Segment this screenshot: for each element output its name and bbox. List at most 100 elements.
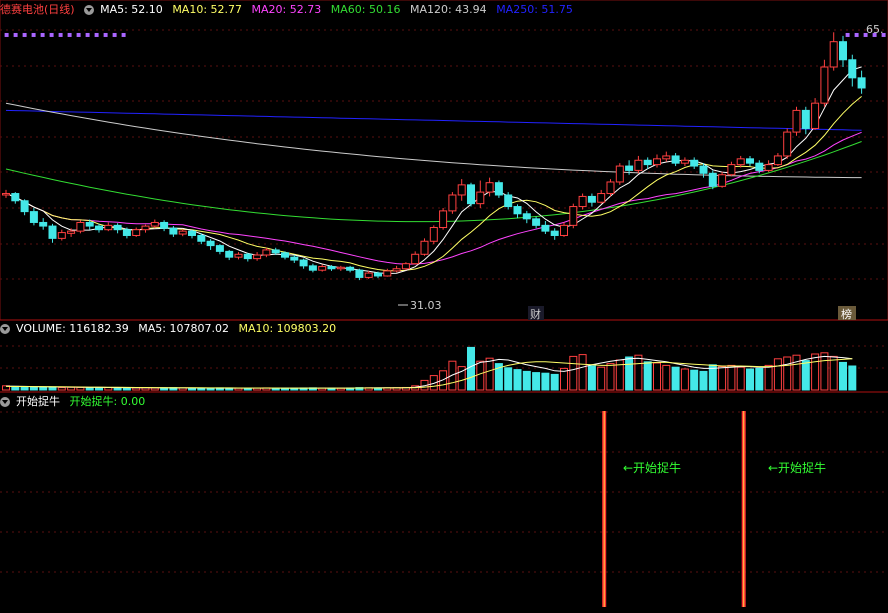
volume-bar (485, 357, 494, 391)
period-label: (日线) (44, 3, 75, 16)
candle-body (811, 102, 820, 129)
candle-body (243, 253, 252, 260)
signal-label-2: ←开始捉牛 (768, 460, 826, 475)
candle-body (829, 41, 838, 68)
candle-body (2, 193, 10, 196)
volume-bar (718, 366, 727, 391)
marker-dot: ▪ (49, 30, 54, 39)
volume-bar (95, 387, 103, 391)
candle-body (457, 184, 466, 196)
indicator-value: 开始捉牛: 0.00 (69, 395, 146, 408)
marker-dot: ▪ (121, 30, 126, 39)
price-header: 德赛电池(日线) MA5: 52.10 MA10: 52.77 MA20: 52… (0, 1, 579, 19)
candle-body (690, 159, 699, 167)
candle-body (85, 221, 94, 227)
candle-body (169, 227, 178, 235)
indicator-name: 开始捉牛 (16, 395, 60, 408)
marker-dot: ▪ (103, 30, 108, 39)
marker-dot: ▪ (76, 30, 81, 39)
volume-bar (522, 370, 531, 391)
volume-bar (67, 386, 76, 391)
candle-body (755, 162, 764, 171)
candle-body (857, 77, 866, 89)
candle-body (48, 225, 57, 239)
candle-body (727, 164, 736, 176)
dropdown-circle-icon[interactable] (84, 5, 95, 15)
candle-body (820, 66, 829, 104)
low-price-label: 31.03 (410, 299, 442, 312)
ma10-line (5, 96, 862, 272)
volume-bars (2, 346, 857, 391)
volume-bar (39, 386, 48, 391)
volume-bar (504, 367, 513, 391)
candle-body (429, 227, 438, 242)
candle-body (11, 193, 20, 202)
volume-bar (746, 368, 754, 391)
dropdown-circle-icon[interactable] (0, 324, 10, 334)
volume-bar (541, 372, 550, 391)
volume-bar (690, 369, 699, 391)
candle-body (485, 182, 494, 193)
candle-body (643, 159, 652, 166)
candle-body (281, 252, 289, 258)
candle-body (792, 109, 801, 133)
stock-chart[interactable]: ▪ ▪ ▪ ▪ ▪ ▪ ▪ ▪ ▪ ▪ ▪ ▪ ▪ ▪ ▪ ▪ ▪ ▪ ▪ 65. 31.03 财 榜 ←开始捉牛 … (0, 0, 888, 613)
volume-bar (820, 352, 829, 391)
marker-dot: ▪ (22, 30, 27, 39)
volume-bar (532, 372, 541, 391)
volume-bar (671, 366, 680, 391)
volume-bar (773, 358, 782, 391)
signal-label-1: ←开始捉牛 (623, 460, 681, 475)
ma10-label: MA10: 52.77 (172, 3, 243, 16)
ma250-line (5, 109, 862, 131)
candle-body (355, 269, 364, 278)
candle-body (783, 131, 792, 157)
candle-body (578, 195, 587, 208)
candle-body (364, 272, 373, 278)
volume-bar (727, 364, 736, 391)
marker-dot: ▪ (58, 30, 63, 39)
volume-bar (811, 353, 820, 391)
price-panel-border (0, 0, 888, 321)
candle-body (188, 230, 196, 236)
candle-body (541, 224, 550, 232)
marker-bang: 榜 (841, 307, 852, 321)
price-candles: ▪ ▪ ▪ ▪ ▪ ▪ ▪ ▪ ▪ ▪ ▪ ▪ ▪ ▪ ▪ ▪ ▪ ▪ ▪ (2, 30, 886, 281)
candle-body (411, 253, 420, 265)
volume-bar (634, 354, 643, 391)
volume-bar (680, 368, 689, 391)
candle-body (215, 245, 224, 252)
volume-bar (29, 386, 38, 391)
marker-cai: 财 (530, 307, 541, 321)
marker-dot: ▪ (40, 30, 45, 39)
candle-body (374, 272, 382, 277)
candle-body (308, 265, 317, 271)
volume-bar (755, 367, 764, 391)
candle-body (718, 174, 727, 187)
candle-body (178, 230, 187, 235)
volume-bar (513, 369, 522, 391)
volume-bar (57, 387, 66, 391)
candle-body (104, 224, 113, 231)
candle-body (671, 155, 680, 164)
volume-bar (85, 387, 94, 391)
volume-header: VOLUME: 116182.39 MA5: 107807.02 MA10: 1… (0, 320, 342, 338)
marker-dot: ▪ (112, 30, 117, 39)
candle-body (160, 221, 169, 229)
candle-body (197, 234, 206, 242)
dropdown-circle-icon[interactable] (0, 397, 10, 407)
marker-dot: ▪ (845, 30, 850, 39)
candle-body (625, 165, 634, 171)
candle-body (448, 194, 457, 212)
volume-label: VOLUME: 116182.39 (16, 322, 129, 335)
candle-body (569, 206, 578, 226)
candle-body (746, 158, 754, 164)
candle-body (560, 224, 568, 236)
ma60-label: MA60: 50.16 (330, 3, 401, 16)
ma250-label: MA250: 51.75 (496, 3, 573, 16)
candle-body (336, 266, 345, 270)
candle-body (39, 221, 48, 227)
volume-bar (597, 366, 606, 391)
candle-body (708, 172, 717, 187)
marker-dot: ▪ (13, 30, 18, 39)
